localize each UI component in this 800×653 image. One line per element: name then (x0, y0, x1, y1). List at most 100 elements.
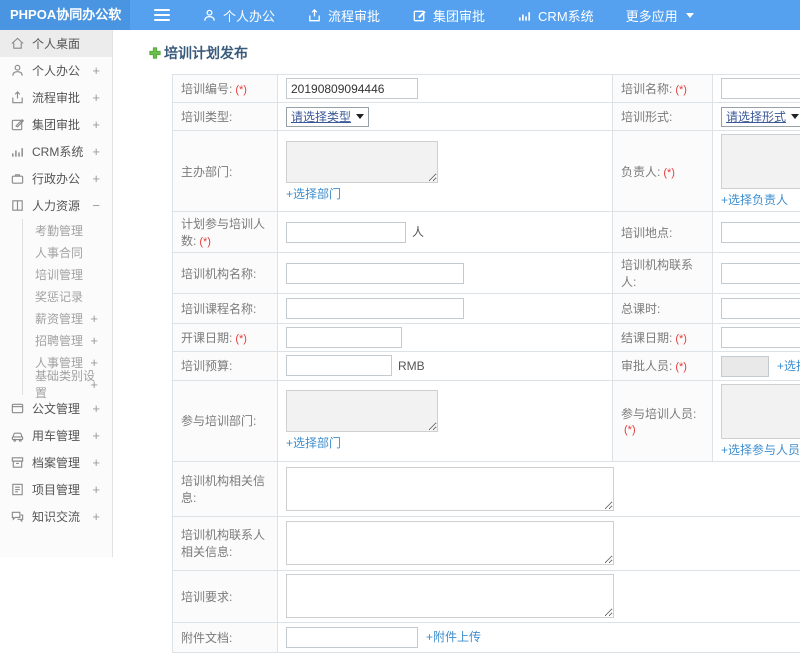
join-users-textarea[interactable] (721, 383, 800, 439)
sidebar-item-attendance[interactable]: 考勤管理 (23, 219, 112, 241)
nav-group-approval[interactable]: 集团审批 (396, 0, 501, 30)
sidebar-item-rewards[interactable]: 奖惩记录 (23, 285, 112, 307)
leader-textarea[interactable] (721, 134, 800, 189)
training-type-select[interactable]: 请选择类型 (286, 106, 370, 127)
chart-icon (517, 8, 532, 23)
label-total-hours: 总课时: (612, 293, 713, 324)
requirements-textarea[interactable] (286, 574, 614, 618)
label-host-dept: 主办部门: (172, 130, 278, 212)
label-end-date: 结课日期: (*) (612, 323, 713, 352)
join-dept-textarea[interactable] (286, 390, 438, 432)
flow-icon (10, 90, 25, 105)
contact-info-textarea[interactable] (286, 521, 614, 565)
sidebar-item-group-approval[interactable]: 集团审批 + (0, 111, 112, 138)
edit-icon (10, 117, 25, 132)
sidebar-item-archive[interactable]: 档案管理 + (0, 449, 112, 476)
select-dept-link[interactable]: +选择部门 (286, 185, 341, 202)
label-org-contact: 培训机构联系人: (612, 252, 713, 294)
label-course-name: 培训课程名称: (172, 293, 278, 324)
label-org-info: 培训机构相关信息: (172, 460, 278, 517)
label-place: 培训地点: (612, 211, 713, 253)
training-mode-select[interactable]: 请选择形式 (721, 106, 800, 127)
select-approver-link[interactable]: +选择审批人员 (777, 357, 800, 374)
label-start-date: 开课日期: (*) (172, 323, 278, 352)
org-info-textarea[interactable] (286, 466, 614, 511)
sidebar-item-base-category[interactable]: 基础类别设置 + (23, 369, 112, 400)
label-budget: 培训预算: (172, 351, 278, 381)
label-requirements: 培训要求: (172, 569, 278, 623)
sidebar-item-hr-contract[interactable]: 人事合同 (23, 241, 112, 263)
label-join-dept: 参与培训部门: (172, 379, 278, 462)
label-contact-info: 培训机构联系人相关信息: (172, 515, 278, 571)
sidebar-item-project[interactable]: 项目管理 + (0, 476, 112, 503)
sidebar-item-vehicle[interactable]: 用车管理 + (0, 422, 112, 449)
select-caret-icon (791, 114, 800, 119)
label-training-name: 培训名称: (*) (612, 74, 713, 103)
total-hours-input[interactable] (721, 298, 800, 319)
sidebar-item-crm[interactable]: CRM系统 + (0, 138, 112, 165)
chat-icon (10, 509, 25, 524)
nav-crm[interactable]: CRM系统 (501, 0, 610, 30)
sidebar-item-documents[interactable]: 公文管理 + (0, 395, 112, 422)
label-training-number: 培训编号: (*) (172, 74, 278, 103)
main-content: 培训计划发布 培训编号:(*) 培训名称:(*) 培训类型: 请选择类型 培训形… (114, 30, 800, 653)
sidebar-item-flow-approval[interactable]: 流程审批 + (0, 84, 112, 111)
place-input[interactable] (721, 221, 800, 243)
label-attachment: 附件文档: (172, 621, 278, 653)
nav-flow-approval[interactable]: 流程审批 (291, 0, 396, 30)
hamburger-menu-icon[interactable] (154, 0, 174, 30)
training-number-input[interactable] (286, 78, 418, 99)
label-planned-count: 计划参与培训人数: (*) (172, 211, 278, 253)
select-caret-icon (356, 114, 365, 119)
sidebar-item-admin-office[interactable]: 行政办公 + (0, 165, 112, 192)
edit-icon (412, 8, 427, 23)
briefcase-icon (10, 171, 25, 186)
nav-personal-office[interactable]: 个人办公 (186, 0, 291, 30)
label-org-name: 培训机构名称: (172, 252, 278, 294)
start-date-input[interactable] (286, 327, 402, 348)
user-icon (10, 63, 25, 78)
plus-icon (148, 46, 162, 60)
select-leader-link[interactable]: +选择负责人 (721, 191, 788, 208)
org-contact-input[interactable] (721, 262, 800, 284)
label-training-type: 培训类型: (172, 102, 278, 131)
label-training-mode: 培训形式: (612, 102, 713, 131)
sidebar-item-personal-office[interactable]: 个人办公 + (0, 57, 112, 84)
page-title: 培训计划发布 (148, 40, 800, 66)
top-header: PHPOA协同办公软件 个人办公 流程审批 集团审批 CRM系统 更多应用 (0, 0, 800, 52)
car-icon (10, 428, 25, 443)
book-icon (10, 198, 25, 213)
sidebar-item-hr[interactable]: 人力资源 − (0, 192, 112, 219)
home-icon (10, 36, 25, 51)
select-join-users-link[interactable]: +选择参与人员 (721, 441, 800, 458)
sidebar-item-knowledge[interactable]: 知识交流 + (0, 503, 112, 530)
top-nav: 个人办公 流程审批 集团审批 CRM系统 更多应用 (186, 0, 710, 30)
course-name-input[interactable] (286, 298, 464, 319)
attachment-upload-link[interactable]: +附件上传 (426, 628, 481, 645)
caret-down-icon (685, 12, 694, 18)
sidebar-item-salary[interactable]: 薪资管理 + (23, 307, 112, 329)
sidebar: 个人桌面 个人办公 + 流程审批 + 集团审批 + CRM系统 + 行政办公 +… (0, 30, 113, 557)
label-join-users: 参与培训人员:(*) (612, 379, 713, 462)
end-date-input[interactable] (721, 327, 800, 348)
chart-icon (10, 144, 25, 159)
sidebar-item-training[interactable]: 培训管理 (23, 263, 112, 285)
org-name-input[interactable] (286, 262, 464, 284)
training-plan-form: 培训编号:(*) 培训名称:(*) 培训类型: 请选择类型 培训形式: 请选择形… (172, 74, 800, 653)
budget-input[interactable] (286, 355, 392, 377)
sidebar-item-recruit[interactable]: 招聘管理 + (23, 329, 112, 351)
doc-icon (10, 401, 25, 416)
sidebar-hr-submenu: 考勤管理 人事合同 培训管理 奖惩记录 薪资管理 + 招聘管理 + 人事管理 + 基础… (22, 219, 112, 400)
archive-icon (10, 455, 25, 470)
sidebar-item-desktop[interactable]: 个人桌面 (0, 30, 112, 57)
user-icon (202, 8, 217, 23)
attachment-input[interactable] (286, 626, 418, 648)
approver-input[interactable] (721, 355, 769, 377)
nav-more-apps[interactable]: 更多应用 (610, 0, 710, 30)
label-approver: 审批人员: (*) (612, 351, 713, 381)
planned-count-input[interactable] (286, 221, 406, 243)
select-join-dept-link[interactable]: +选择部门 (286, 434, 341, 451)
project-icon (10, 482, 25, 497)
training-name-input[interactable] (721, 78, 800, 99)
host-dept-textarea[interactable] (286, 140, 438, 183)
